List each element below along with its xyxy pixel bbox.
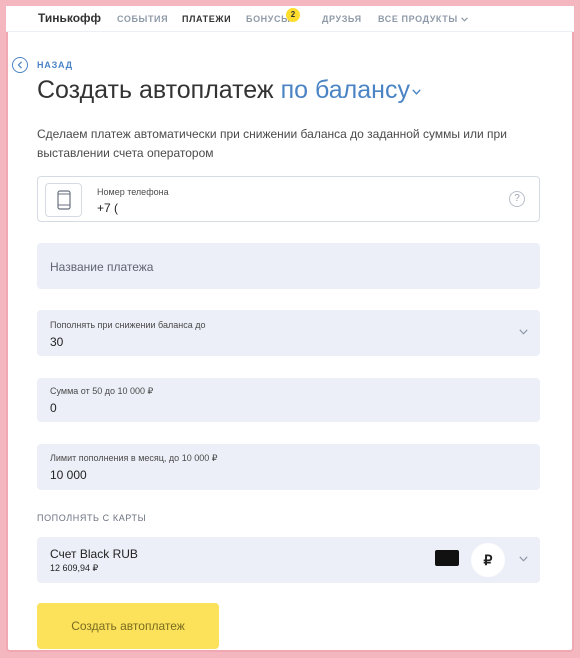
card-balance: 12 609,94 ₽ — [50, 563, 99, 573]
nav-bonuses[interactable]: БОНУСЫ — [246, 14, 290, 24]
logo[interactable]: Тинькофф — [38, 11, 101, 25]
ruble-icon: ₽ — [471, 543, 505, 577]
title-main: Создать автоплатеж — [37, 76, 274, 104]
chevron-down-icon — [519, 327, 528, 338]
bonus-count-badge: 2 — [286, 8, 300, 22]
back-link[interactable]: НАЗАД — [12, 57, 73, 73]
card-select[interactable]: Счет Black RUB 12 609,94 ₽ ₽ — [37, 537, 540, 583]
phone-label: Номер телефона — [97, 187, 169, 197]
threshold-select[interactable]: Пополнять при снижении баланса до 30 — [37, 310, 540, 356]
card-name: Счет Black RUB — [50, 547, 138, 561]
nav-all-products-label: ВСЕ ПРОДУКТЫ — [378, 14, 458, 24]
title-type-selector[interactable]: по балансу — [281, 76, 421, 104]
card-image — [435, 550, 459, 566]
nav-all-products[interactable]: ВСЕ ПРОДУКТЫ — [378, 14, 468, 24]
phone-input[interactable]: +7 ( — [97, 201, 118, 215]
create-autopay-button[interactable]: Создать автоплатеж — [37, 603, 219, 649]
limit-field[interactable]: Лимит пополнения в месяц, до 10 000 ₽ 10… — [37, 444, 540, 490]
amount-field[interactable]: Сумма от 50 до 10 000 ₽ 0 — [37, 378, 540, 422]
limit-input[interactable]: 10 000 — [50, 468, 87, 482]
phone-field[interactable]: Номер телефона +7 ( ? — [37, 176, 540, 222]
title-type-label: по балансу — [280, 76, 410, 104]
payment-name-placeholder: Название платежа — [50, 260, 154, 274]
threshold-label: Пополнять при снижении баланса до — [50, 320, 206, 330]
question-icon[interactable]: ? — [509, 191, 525, 207]
nav-friends[interactable]: ДРУЗЬЯ — [322, 14, 362, 24]
nav-payments[interactable]: ПЛАТЕЖИ — [182, 14, 231, 24]
description: Сделаем платеж автоматически при снижени… — [37, 127, 507, 160]
nav-events[interactable]: СОБЫТИЯ — [117, 14, 168, 24]
amount-label: Сумма от 50 до 10 000 ₽ — [50, 386, 154, 396]
card-section-label: ПОПОЛНЯТЬ С КАРТЫ — [37, 513, 147, 523]
amount-input[interactable]: 0 — [50, 401, 57, 415]
payment-name-field[interactable]: Название платежа — [37, 243, 540, 289]
limit-label: Лимит пополнения в месяц, до 10 000 ₽ — [50, 453, 218, 463]
chevron-down-icon — [519, 554, 528, 565]
back-label: НАЗАД — [37, 60, 73, 70]
chevron-down-icon — [460, 15, 468, 24]
phone-icon — [45, 183, 82, 217]
page-title: Создать автоплатеж по балансу — [37, 76, 421, 105]
chevron-down-icon — [412, 84, 421, 98]
threshold-value: 30 — [50, 335, 64, 349]
chevron-left-icon — [12, 57, 28, 73]
top-nav: Тинькофф СОБЫТИЯ ПЛАТЕЖИ БОНУСЫ 2 ДРУЗЬЯ… — [6, 6, 574, 32]
